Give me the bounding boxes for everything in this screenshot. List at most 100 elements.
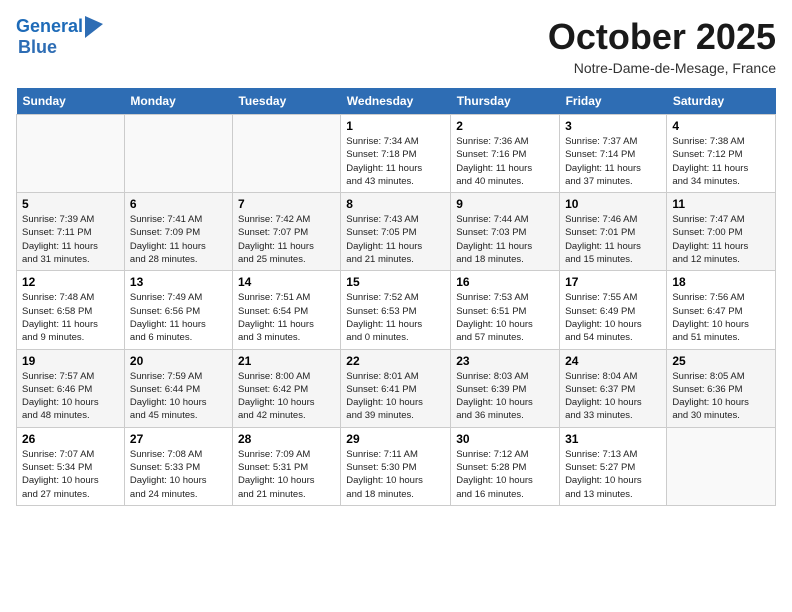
day-info: Sunrise: 8:00 AM Sunset: 6:42 PM Dayligh…	[238, 370, 335, 423]
day-cell: 13 Sunrise: 7:49 AM Sunset: 6:56 PM Dayli…	[124, 271, 232, 349]
day-cell	[232, 115, 340, 193]
day-cell: 28Sunrise: 7:09 AM Sunset: 5:31 PM Dayli…	[232, 427, 340, 505]
week-row-1: 1 Sunrise: 7:34 AM Sunset: 7:18 PM Daylig…	[17, 115, 776, 193]
day-number: 27	[130, 432, 227, 446]
week-row-3: 12Sunrise: 7:48 AM Sunset: 6:58 PM Dayli…	[17, 271, 776, 349]
day-cell: 8 Sunrise: 7:43 AM Sunset: 7:05 PM Daylig…	[341, 193, 451, 271]
title-section: October 2025 Notre-Dame-de-Mesage, Franc…	[548, 16, 776, 76]
day-info: Sunrise: 7:38 AM Sunset: 7:12 PM Dayligh…	[672, 135, 770, 188]
day-number: 13	[130, 275, 227, 289]
day-info: Sunrise: 7:43 AM Sunset: 7:05 PM Dayligh…	[346, 213, 445, 266]
day-cell: 22 Sunrise: 8:01 AM Sunset: 6:41 PM Dayli…	[341, 349, 451, 427]
day-header-friday: Friday	[560, 88, 667, 115]
day-info: Sunrise: 7:42 AM Sunset: 7:07 PM Dayligh…	[238, 213, 335, 266]
day-info: Sunrise: 8:04 AM Sunset: 6:37 PM Dayligh…	[565, 370, 661, 423]
logo-icon	[85, 16, 103, 38]
day-cell: 14Sunrise: 7:51 AM Sunset: 6:54 PM Dayli…	[232, 271, 340, 349]
day-cell: 10 Sunrise: 7:46 AM Sunset: 7:01 PM Dayli…	[560, 193, 667, 271]
month-title: October 2025	[548, 16, 776, 58]
day-info: Sunrise: 8:01 AM Sunset: 6:41 PM Dayligh…	[346, 370, 445, 423]
day-number: 24	[565, 354, 661, 368]
day-info: Sunrise: 8:03 AM Sunset: 6:39 PM Dayligh…	[456, 370, 554, 423]
day-number: 25	[672, 354, 770, 368]
day-cell: 20Sunrise: 7:59 AM Sunset: 6:44 PM Dayli…	[124, 349, 232, 427]
day-info: Sunrise: 7:46 AM Sunset: 7:01 PM Dayligh…	[565, 213, 661, 266]
day-cell: 25 Sunrise: 8:05 AM Sunset: 6:36 PM Dayli…	[667, 349, 776, 427]
day-info: Sunrise: 7:39 AM Sunset: 7:11 PM Dayligh…	[22, 213, 119, 266]
logo-general: General	[16, 16, 83, 36]
day-header-tuesday: Tuesday	[232, 88, 340, 115]
day-info: Sunrise: 7:57 AM Sunset: 6:46 PM Dayligh…	[22, 370, 119, 423]
day-number: 6	[130, 197, 227, 211]
day-cell: 17Sunrise: 7:55 AM Sunset: 6:49 PM Dayli…	[560, 271, 667, 349]
day-number: 8	[346, 197, 445, 211]
day-info: Sunrise: 7:44 AM Sunset: 7:03 PM Dayligh…	[456, 213, 554, 266]
day-number: 30	[456, 432, 554, 446]
day-number: 5	[22, 197, 119, 211]
logo-blue: Blue	[18, 38, 57, 58]
day-info: Sunrise: 7:08 AM Sunset: 5:33 PM Dayligh…	[130, 448, 227, 501]
day-header-saturday: Saturday	[667, 88, 776, 115]
week-row-5: 26 Sunrise: 7:07 AM Sunset: 5:34 PM Dayli…	[17, 427, 776, 505]
day-cell: 29 Sunrise: 7:11 AM Sunset: 5:30 PM Dayli…	[341, 427, 451, 505]
day-number: 7	[238, 197, 335, 211]
day-header-thursday: Thursday	[451, 88, 560, 115]
day-info: Sunrise: 7:51 AM Sunset: 6:54 PM Dayligh…	[238, 291, 335, 344]
day-number: 19	[22, 354, 119, 368]
day-info: Sunrise: 7:37 AM Sunset: 7:14 PM Dayligh…	[565, 135, 661, 188]
day-cell: 15Sunrise: 7:52 AM Sunset: 6:53 PM Dayli…	[341, 271, 451, 349]
day-info: Sunrise: 7:34 AM Sunset: 7:18 PM Dayligh…	[346, 135, 445, 188]
calendar-table: SundayMondayTuesdayWednesdayThursdayFrid…	[16, 88, 776, 506]
day-number: 15	[346, 275, 445, 289]
logo: General Blue	[16, 16, 103, 58]
day-info: Sunrise: 7:49 AM Sunset: 6:56 PM Dayligh…	[130, 291, 227, 344]
day-number: 1	[346, 119, 445, 133]
day-info: Sunrise: 7:36 AM Sunset: 7:16 PM Dayligh…	[456, 135, 554, 188]
day-cell: 26 Sunrise: 7:07 AM Sunset: 5:34 PM Dayli…	[17, 427, 125, 505]
day-number: 10	[565, 197, 661, 211]
day-cell: 2Sunrise: 7:36 AM Sunset: 7:16 PM Daylig…	[451, 115, 560, 193]
day-cell: 19 Sunrise: 7:57 AM Sunset: 6:46 PM Dayli…	[17, 349, 125, 427]
day-number: 23	[456, 354, 554, 368]
location: Notre-Dame-de-Mesage, France	[548, 60, 776, 76]
day-number: 3	[565, 119, 661, 133]
day-cell: 18Sunrise: 7:56 AM Sunset: 6:47 PM Dayli…	[667, 271, 776, 349]
day-info: Sunrise: 7:56 AM Sunset: 6:47 PM Dayligh…	[672, 291, 770, 344]
day-number: 11	[672, 197, 770, 211]
logo-text: General	[16, 17, 83, 37]
day-number: 9	[456, 197, 554, 211]
day-info: Sunrise: 7:53 AM Sunset: 6:51 PM Dayligh…	[456, 291, 554, 344]
day-cell: 9 Sunrise: 7:44 AM Sunset: 7:03 PM Daylig…	[451, 193, 560, 271]
day-cell: 30 Sunrise: 7:12 AM Sunset: 5:28 PM Dayli…	[451, 427, 560, 505]
day-number: 16	[456, 275, 554, 289]
day-info: Sunrise: 7:59 AM Sunset: 6:44 PM Dayligh…	[130, 370, 227, 423]
day-cell: 5 Sunrise: 7:39 AM Sunset: 7:11 PM Daylig…	[17, 193, 125, 271]
day-cell	[124, 115, 232, 193]
day-cell: 16 Sunrise: 7:53 AM Sunset: 6:51 PM Dayli…	[451, 271, 560, 349]
day-info: Sunrise: 7:48 AM Sunset: 6:58 PM Dayligh…	[22, 291, 119, 344]
day-number: 22	[346, 354, 445, 368]
day-cell: 12Sunrise: 7:48 AM Sunset: 6:58 PM Dayli…	[17, 271, 125, 349]
day-header-wednesday: Wednesday	[341, 88, 451, 115]
day-info: Sunrise: 7:12 AM Sunset: 5:28 PM Dayligh…	[456, 448, 554, 501]
day-info: Sunrise: 8:05 AM Sunset: 6:36 PM Dayligh…	[672, 370, 770, 423]
day-info: Sunrise: 7:47 AM Sunset: 7:00 PM Dayligh…	[672, 213, 770, 266]
day-cell: 4Sunrise: 7:38 AM Sunset: 7:12 PM Daylig…	[667, 115, 776, 193]
day-number: 26	[22, 432, 119, 446]
day-cell: 11 Sunrise: 7:47 AM Sunset: 7:00 PM Dayli…	[667, 193, 776, 271]
page-header: General Blue October 2025 Notre-Dame-de-…	[16, 16, 776, 76]
week-row-4: 19 Sunrise: 7:57 AM Sunset: 6:46 PM Dayli…	[17, 349, 776, 427]
day-number: 29	[346, 432, 445, 446]
day-number: 31	[565, 432, 661, 446]
day-cell: 27 Sunrise: 7:08 AM Sunset: 5:33 PM Dayli…	[124, 427, 232, 505]
day-cell	[17, 115, 125, 193]
day-info: Sunrise: 7:55 AM Sunset: 6:49 PM Dayligh…	[565, 291, 661, 344]
day-info: Sunrise: 7:11 AM Sunset: 5:30 PM Dayligh…	[346, 448, 445, 501]
day-cell: 1 Sunrise: 7:34 AM Sunset: 7:18 PM Daylig…	[341, 115, 451, 193]
day-info: Sunrise: 7:07 AM Sunset: 5:34 PM Dayligh…	[22, 448, 119, 501]
day-cell: 6Sunrise: 7:41 AM Sunset: 7:09 PM Daylig…	[124, 193, 232, 271]
day-cell: 7 Sunrise: 7:42 AM Sunset: 7:07 PM Daylig…	[232, 193, 340, 271]
day-header-sunday: Sunday	[17, 88, 125, 115]
day-cell: 23 Sunrise: 8:03 AM Sunset: 6:39 PM Dayli…	[451, 349, 560, 427]
day-cell: 21Sunrise: 8:00 AM Sunset: 6:42 PM Dayli…	[232, 349, 340, 427]
